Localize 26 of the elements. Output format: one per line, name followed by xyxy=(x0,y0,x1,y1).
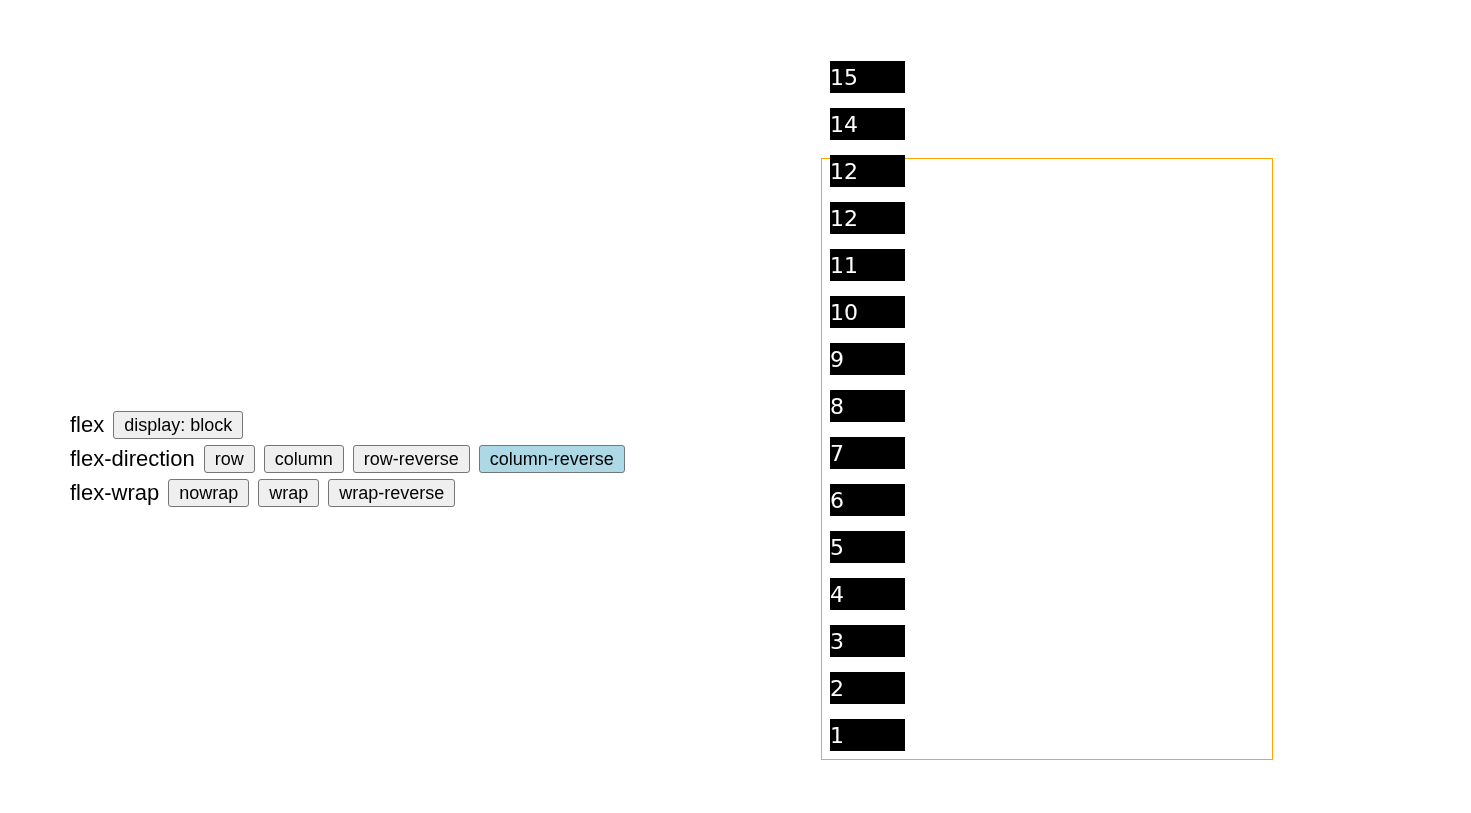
control-label: flex-direction xyxy=(70,446,195,472)
flex-item: 5 xyxy=(830,531,905,563)
flex-item: 14 xyxy=(830,108,905,140)
flex-item: 15 xyxy=(830,61,905,93)
control-label: flex-wrap xyxy=(70,480,160,506)
option-button[interactable]: wrap-reverse xyxy=(328,479,456,507)
flex-item: 12 xyxy=(830,202,905,234)
flex-item: 9 xyxy=(830,343,905,375)
option-button[interactable]: column xyxy=(263,445,344,473)
option-button[interactable]: nowrap xyxy=(168,479,250,507)
flex-item: 10 xyxy=(830,296,905,328)
flex-item: 2 xyxy=(830,672,905,704)
flex-item: 8 xyxy=(830,390,905,422)
option-button[interactable]: wrap xyxy=(258,479,320,507)
flex-item: 12 xyxy=(830,155,905,187)
flex-item: 4 xyxy=(830,578,905,610)
flex-item: 1 xyxy=(830,719,905,751)
control-label: flex xyxy=(70,412,105,438)
flex-item: 7 xyxy=(830,437,905,469)
flex-item: 6 xyxy=(830,484,905,516)
option-button[interactable]: column-reverse xyxy=(478,445,625,473)
option-button[interactable]: row xyxy=(203,445,255,473)
option-button[interactable]: row-reverse xyxy=(352,445,470,473)
flex-item: 11 xyxy=(830,249,905,281)
flex-item: 3 xyxy=(830,625,905,657)
option-button[interactable]: display: block xyxy=(113,411,244,439)
